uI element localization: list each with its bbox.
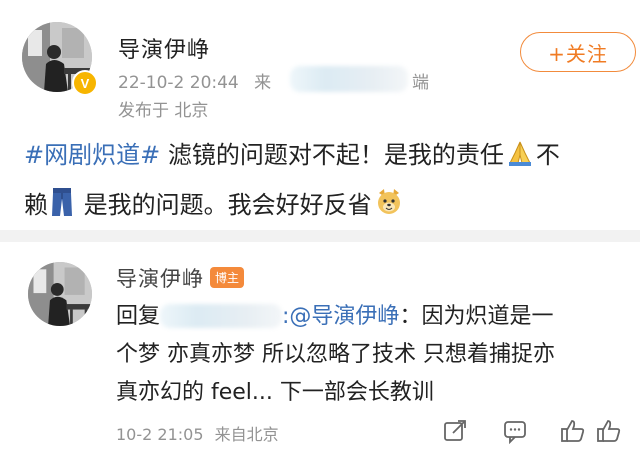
blogger-badge: 博主 bbox=[210, 267, 245, 288]
topic-link[interactable]: #网剧炽道# bbox=[24, 141, 160, 169]
reply-prefix: 回复 bbox=[116, 304, 161, 329]
like-thumb-icon[interactable] bbox=[596, 418, 622, 444]
follow-button[interactable]: +关注 bbox=[520, 32, 636, 72]
comment-text-3: 真亦幻的 feel... 下一部会长教训 bbox=[116, 380, 434, 405]
post-meta: 22-10-2 20:44 来 bbox=[118, 68, 271, 93]
post-source-suffix: 端 bbox=[412, 73, 429, 93]
post-source-prefix: 来 bbox=[254, 73, 272, 93]
post-time: 22-10-2 20:44 bbox=[118, 73, 239, 93]
comment-author-avatar[interactable] bbox=[28, 262, 92, 326]
comment-meta: 10-2 21:05 来自北京 bbox=[116, 421, 279, 445]
folded-hands-emoji bbox=[506, 136, 534, 182]
post-text-4: 是我的问题。我会好好反省 bbox=[76, 191, 372, 219]
comment-location: 来自北京 bbox=[214, 425, 279, 444]
section-divider bbox=[0, 230, 640, 242]
like-thumb-icon[interactable] bbox=[560, 418, 586, 444]
comment-time: 10-2 21:05 bbox=[116, 425, 204, 444]
post-text-1: 滤镜的问题对不起！是我的责任 bbox=[160, 141, 504, 169]
post-author-name[interactable]: 导演伊峥 bbox=[118, 32, 210, 64]
post-text-3: 赖 bbox=[24, 191, 48, 219]
comment-icon[interactable] bbox=[502, 418, 528, 444]
post-content: #网剧炽道# 滤镜的问题对不起！是我的责任 不 赖 是我的问题。我会好好反省 bbox=[24, 132, 624, 232]
dog-emoji bbox=[374, 186, 404, 232]
comment-content: 回复 :@导演伊峥：因为炽道是一 个梦 亦真亦梦 所以忽略了技术 只想着捕捉亦 真… bbox=[116, 298, 626, 412]
comment-text-1: ：因为炽道是一 bbox=[399, 304, 554, 329]
blurred-source bbox=[290, 66, 408, 92]
comment-text-2: 个梦 亦真亦梦 所以忽略了技术 只想着捕捉亦 bbox=[116, 342, 555, 367]
mention-link[interactable]: :@导演伊峥 bbox=[282, 304, 399, 329]
post-location: 发布于 北京 bbox=[118, 101, 209, 121]
blurred-username bbox=[160, 304, 283, 328]
post-text-2: 不 bbox=[535, 141, 560, 169]
verified-v-icon: V bbox=[72, 70, 98, 96]
share-edit-icon[interactable] bbox=[442, 418, 468, 444]
comment-author-name[interactable]: 导演伊峥 bbox=[116, 263, 204, 293]
jeans-emoji bbox=[50, 186, 74, 232]
